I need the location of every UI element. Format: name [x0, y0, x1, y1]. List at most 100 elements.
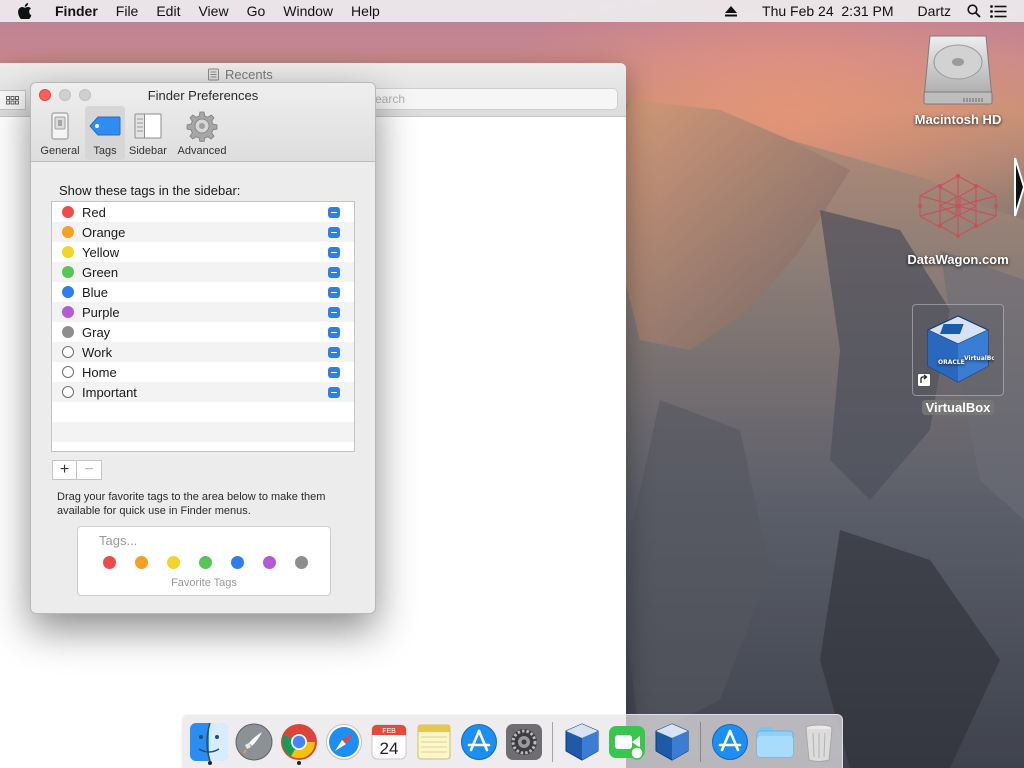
dock-virtualbox-2[interactable]	[651, 718, 693, 766]
tag-row-work[interactable]: Work	[52, 342, 354, 362]
virtualbox-icon	[565, 722, 599, 761]
tag-label: Blue	[82, 284, 109, 300]
calendar-day: 24	[380, 739, 399, 758]
favorite-tag-red[interactable]	[103, 556, 116, 569]
alias-arrow-icon	[917, 373, 931, 387]
tag-label: Orange	[82, 224, 126, 240]
tag-row-green[interactable]: Green	[52, 262, 354, 282]
eject-icon[interactable]	[719, 0, 743, 22]
menu-bar-extras: Thu Feb 24 2:31 PM Dartz	[719, 0, 1024, 22]
remove-tag-checkbox[interactable]	[328, 367, 340, 378]
tag-row-red[interactable]: Red	[52, 202, 354, 222]
tag-row-blue[interactable]: Blue	[52, 282, 354, 302]
icon-view-button[interactable]	[0, 90, 26, 110]
folder-icon	[756, 726, 794, 757]
tag-row-purple[interactable]: Purple	[52, 302, 354, 322]
tab-advanced[interactable]: Advanced	[171, 106, 233, 160]
favorite-tag-yellow[interactable]	[167, 556, 180, 569]
favorite-tag-gray[interactable]	[295, 556, 308, 569]
remove-tag-checkbox[interactable]	[328, 347, 340, 358]
dock: FEB 24	[181, 714, 843, 768]
remove-tag-checkbox[interactable]	[328, 267, 340, 278]
menu-clock[interactable]: Thu Feb 24 2:31 PM	[755, 0, 901, 22]
add-tag-button[interactable]: +	[52, 460, 77, 480]
finder-preferences-window[interactable]: Finder Preferences General Tags Sidebar	[30, 82, 376, 614]
favorite-tag-dots	[103, 556, 308, 569]
svg-text:ORACLE: ORACLE	[938, 359, 965, 366]
menu-user[interactable]: Dartz	[911, 0, 958, 22]
tag-color-dot	[62, 346, 74, 358]
tag-row-yellow[interactable]: Yellow	[52, 242, 354, 262]
menu-window[interactable]: Window	[274, 0, 342, 22]
tag-color-dot	[62, 246, 74, 258]
sidebar-tags-list[interactable]: Red Orange Yellow Green Blue Purple Gray…	[51, 201, 355, 452]
tag-label: Gray	[82, 324, 111, 340]
remove-tag-checkbox[interactable]	[328, 207, 340, 218]
dock-app-store-folder[interactable]	[709, 718, 751, 766]
dock-finder[interactable]	[189, 718, 231, 766]
notification-center-icon[interactable]	[986, 0, 1010, 22]
tab-general[interactable]: General	[35, 106, 85, 160]
tag-icon	[89, 110, 121, 142]
favorite-tag-green[interactable]	[199, 556, 212, 569]
preferences-tabs: General Tags Sidebar Advanced	[35, 106, 233, 160]
remove-tag-checkbox[interactable]	[328, 307, 340, 318]
desktop-icon-label: VirtualBox	[921, 400, 995, 415]
remove-tag-checkbox[interactable]	[328, 227, 340, 238]
dock-app-store[interactable]	[458, 718, 500, 766]
tab-sidebar-label: Sidebar	[129, 145, 167, 157]
finder-search-field[interactable]: Search	[360, 88, 618, 110]
favorite-tag-blue[interactable]	[231, 556, 244, 569]
dock-system-preferences[interactable]	[503, 718, 545, 766]
menu-edit[interactable]: Edit	[147, 0, 189, 22]
dock-virtualbox[interactable]	[561, 718, 603, 766]
dock-facetime[interactable]	[606, 718, 648, 766]
remove-tag-checkbox[interactable]	[328, 327, 340, 338]
dock-trash[interactable]	[798, 718, 840, 766]
favorite-tags-caption: Favorite Tags	[171, 577, 237, 589]
tag-label: Red	[82, 204, 106, 220]
spotlight-icon[interactable]	[962, 0, 986, 22]
tab-sidebar[interactable]: Sidebar	[125, 106, 171, 160]
menu-go[interactable]: Go	[238, 0, 275, 22]
apple-icon[interactable]	[18, 3, 40, 19]
finder-icon	[190, 722, 229, 761]
dock-calendar[interactable]: FEB 24	[368, 718, 410, 766]
dock-notes[interactable]	[413, 718, 455, 766]
remove-tag-checkbox[interactable]	[328, 387, 340, 398]
tag-color-dot	[62, 286, 74, 298]
general-icon	[45, 110, 75, 142]
edge-arrow-icon	[1014, 157, 1024, 217]
tab-tags-label: Tags	[93, 145, 117, 157]
remove-tag-checkbox[interactable]	[328, 247, 340, 258]
tag-row-gray[interactable]: Gray	[52, 322, 354, 342]
menu-help[interactable]: Help	[342, 0, 389, 22]
tag-color-dot	[62, 326, 74, 338]
tab-tags[interactable]: Tags	[85, 106, 125, 160]
desktop-icon-virtualbox[interactable]: ORACLE VirtualBox VirtualBox	[903, 304, 1013, 415]
remove-tag-checkbox[interactable]	[328, 287, 340, 298]
preferences-title: Finder Preferences	[147, 88, 259, 103]
desktop-icon-macintosh-hd[interactable]: Macintosh HD	[903, 32, 1013, 127]
tag-row-important[interactable]: Important	[52, 382, 354, 402]
tag-row-orange[interactable]: Orange	[52, 222, 354, 242]
datawagon-icon	[918, 174, 998, 238]
menu-view[interactable]: View	[189, 0, 237, 22]
desktop-icon-datawagon[interactable]: DataWagon.com	[903, 172, 1013, 267]
menu-app-name[interactable]: Finder	[46, 0, 107, 22]
finder-window-title: Recents	[207, 67, 273, 82]
dock-chrome[interactable]	[278, 718, 320, 766]
running-indicator	[207, 760, 212, 765]
tag-color-dot	[62, 266, 74, 278]
dock-launchpad[interactable]	[233, 718, 275, 766]
dock-folder[interactable]	[754, 718, 796, 766]
tag-row-home[interactable]: Home	[52, 362, 354, 382]
favorite-tags-area[interactable]: Tags... Favorite Tags	[77, 526, 331, 596]
drag-instructions: Drag your favorite tags to the area belo…	[57, 491, 326, 517]
dock-safari[interactable]	[323, 718, 365, 766]
favorite-tag-purple[interactable]	[263, 556, 276, 569]
recents-icon	[208, 68, 219, 81]
menu-file[interactable]: File	[107, 0, 148, 22]
favorite-tag-orange[interactable]	[135, 556, 148, 569]
empty-row	[52, 402, 354, 422]
